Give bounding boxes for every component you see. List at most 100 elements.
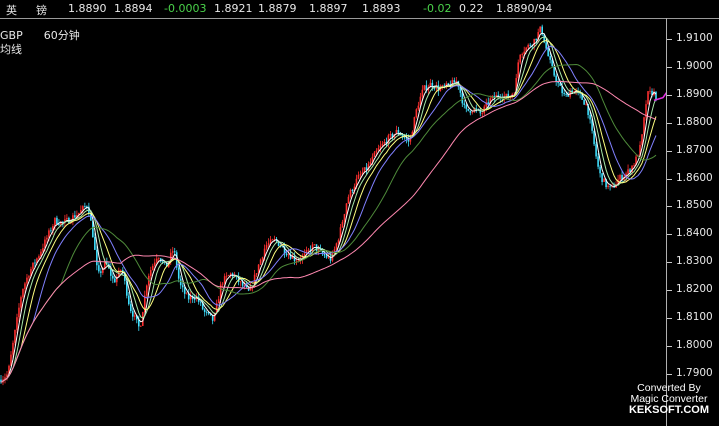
candle-down	[100, 271, 102, 273]
y-tick-label: 1.9100	[676, 31, 713, 44]
candle-up	[649, 90, 651, 92]
candle-up	[171, 251, 174, 253]
candle-up	[267, 243, 270, 245]
y-tick-label: 1.8300	[676, 255, 713, 268]
candle-up	[261, 257, 264, 260]
candle-down	[94, 237, 96, 250]
candle-up	[82, 206, 84, 211]
quote-field-4: -0.0003	[164, 2, 207, 15]
candle-up	[381, 143, 384, 146]
candle-down	[589, 114, 591, 120]
ma-line-2	[0, 36, 657, 383]
candle-up	[527, 44, 530, 48]
y-tick-mark	[667, 346, 672, 348]
price-chart[interactable]	[0, 18, 667, 426]
candle-down	[203, 309, 206, 312]
candle-up	[255, 273, 258, 275]
y-tick-label: 1.8800	[676, 115, 713, 128]
candle-up	[157, 258, 160, 260]
y-tick-label: 1.8100	[676, 311, 713, 324]
candle-up	[383, 141, 386, 144]
watermark-line-3: KEKSOFT.COM	[628, 404, 709, 416]
candle-up	[271, 239, 274, 241]
candle-down	[545, 42, 547, 49]
candle-down	[285, 253, 288, 256]
candle-down	[555, 75, 557, 82]
candle-up	[347, 196, 350, 204]
candle-up	[227, 275, 230, 277]
candle-down	[74, 215, 76, 218]
candle-down	[465, 104, 468, 109]
candle-up	[369, 162, 372, 165]
y-tick-label: 1.8400	[676, 227, 713, 240]
candle-up	[54, 217, 56, 226]
candle-up	[18, 307, 20, 318]
candle-up	[505, 93, 508, 96]
candle-up	[521, 53, 524, 55]
y-tick-mark	[667, 262, 672, 264]
candle-up	[14, 329, 16, 343]
candle-up	[481, 113, 484, 115]
candle-down	[655, 91, 657, 100]
candle-up	[633, 165, 635, 166]
candle-down	[443, 85, 446, 87]
candle-up	[423, 85, 426, 90]
y-tick-mark	[667, 206, 672, 208]
candle-up	[389, 133, 392, 136]
quote-field-2: 1.8890	[68, 2, 107, 15]
y-tick-mark	[667, 318, 672, 320]
candle-up	[66, 217, 68, 220]
candle-up	[313, 244, 316, 246]
y-tick-label: 1.8600	[676, 171, 713, 184]
candle-down	[529, 44, 532, 46]
candle-down	[453, 80, 456, 83]
candle-up	[517, 62, 520, 79]
candle-down	[177, 267, 180, 279]
candle-down	[199, 301, 202, 303]
candle-up	[38, 256, 40, 259]
candle-down	[351, 189, 354, 191]
candle-up	[415, 109, 418, 118]
candle-up	[120, 270, 122, 271]
candle-up	[28, 276, 30, 278]
candle-down	[535, 38, 537, 40]
candle-up	[421, 89, 424, 97]
candle-down	[609, 185, 611, 187]
candle-down	[56, 217, 58, 225]
candle-up	[471, 111, 474, 113]
quote-field-9: -0.02	[423, 2, 452, 15]
quote-field-11: 1.8890/94	[496, 2, 553, 15]
candlestick-layer	[0, 24, 657, 386]
candle-up	[155, 258, 158, 263]
candle-down	[469, 110, 472, 113]
y-tick-mark	[667, 38, 672, 40]
candle-up	[375, 150, 378, 153]
y-tick-mark	[667, 150, 672, 152]
candle-down	[599, 166, 601, 174]
candle-down	[193, 298, 196, 300]
y-tick-mark	[667, 374, 672, 376]
candle-up	[349, 189, 352, 197]
candle-up	[647, 91, 649, 105]
candle-up	[46, 237, 48, 240]
candle-up	[603, 178, 605, 182]
candle-down	[323, 254, 326, 256]
candle-up	[619, 175, 621, 180]
candle-down	[463, 103, 466, 105]
candle-down	[467, 108, 470, 111]
candle-down	[173, 251, 176, 253]
candle-up	[133, 315, 136, 317]
candle-down	[461, 92, 464, 104]
candle-down	[549, 56, 551, 60]
candle-up	[607, 185, 609, 188]
y-tick-label: 1.7900	[676, 367, 713, 380]
candle-down	[50, 230, 52, 232]
y-tick-label: 1.8700	[676, 143, 713, 156]
candle-down	[84, 206, 86, 207]
candle-down	[114, 278, 116, 283]
period-label: 60分钟	[43, 29, 80, 42]
candle-up	[373, 152, 376, 157]
quote-field-3: 1.8894	[114, 2, 153, 15]
candle-up	[185, 293, 188, 295]
candle-up	[265, 244, 268, 249]
